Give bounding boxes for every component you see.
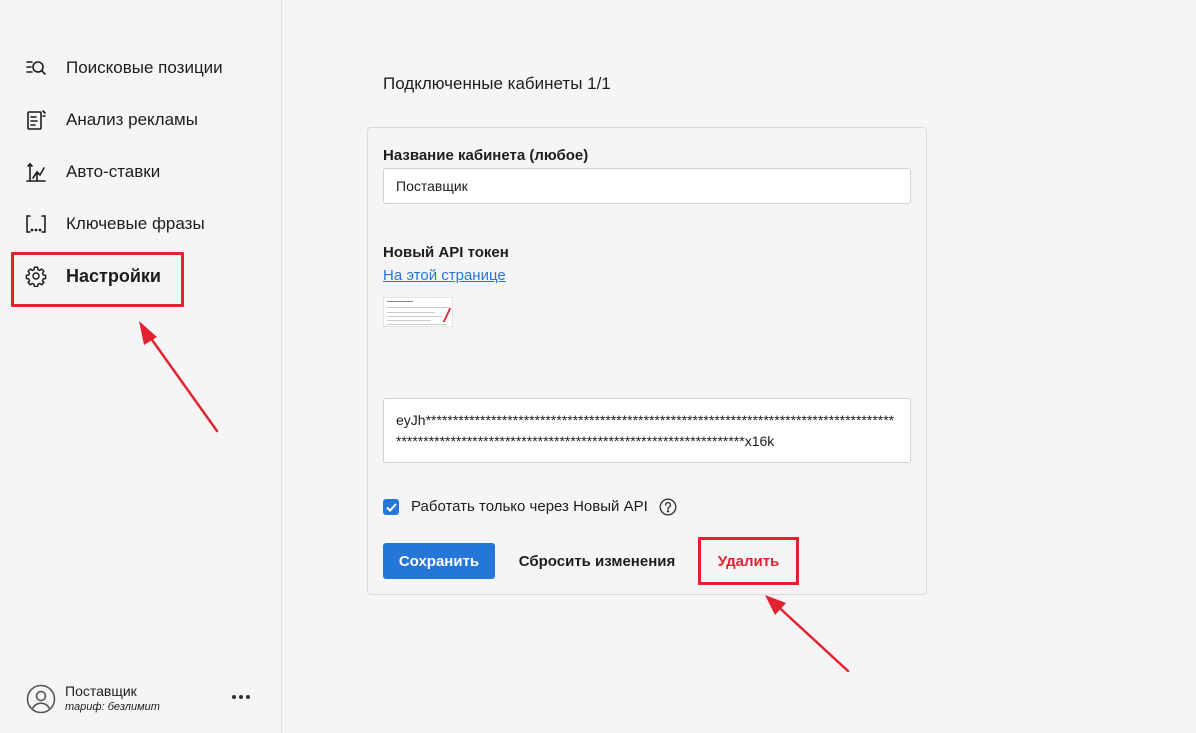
new-api-only-checkbox[interactable] (383, 499, 399, 515)
help-icon[interactable] (659, 498, 677, 516)
ad-analysis-icon (24, 108, 48, 132)
more-options-icon[interactable] (232, 690, 252, 704)
sidebar-item-label: Анализ рекламы (66, 110, 198, 129)
new-api-only-label: Работать только через Новый API (411, 498, 648, 515)
cabinet-name-input[interactable] (383, 168, 911, 204)
api-token-field[interactable]: eyJh************************************… (383, 398, 911, 463)
keyphrases-icon (24, 212, 48, 236)
auto-bids-icon (24, 160, 48, 184)
save-button[interactable]: Сохранить (383, 543, 495, 579)
sidebar-item-label: Авто-ставки (66, 162, 161, 181)
delete-button[interactable]: Удалить (698, 537, 799, 585)
search-positions-icon (24, 56, 48, 80)
sidebar-item-search-positions[interactable]: Поисковые позиции (24, 52, 223, 84)
cabinet-name-label: Название кабинета (любое) (383, 147, 589, 164)
avatar (26, 684, 56, 713)
reset-changes-button[interactable]: Сбросить изменения (512, 543, 682, 579)
user-profile[interactable]: Поставщик тариф: безлимит (26, 683, 160, 714)
sidebar: Поисковые позиции Анализ рекламы Авто-ст… (0, 0, 282, 733)
sidebar-item-ad-analysis[interactable]: Анализ рекламы (24, 104, 198, 136)
page-title: Подключенные кабинеты 1/1 (383, 74, 611, 93)
sidebar-item-label: Ключевые фразы (66, 214, 205, 233)
token-help-link[interactable]: На этой странице (383, 267, 506, 284)
sidebar-item-keyphrases[interactable]: Ключевые фразы (24, 208, 205, 240)
sidebar-item-label: Поисковые позиции (66, 58, 223, 77)
sidebar-item-auto-bids[interactable]: Авто-ставки (24, 156, 160, 188)
token-instruction-thumbnail[interactable] (383, 297, 453, 327)
api-token-label: Новый API токен (383, 244, 509, 261)
user-plan: тариф: безлимит (65, 701, 160, 713)
annotation-highlight-settings (11, 252, 184, 307)
user-name: Поставщик (65, 683, 137, 699)
